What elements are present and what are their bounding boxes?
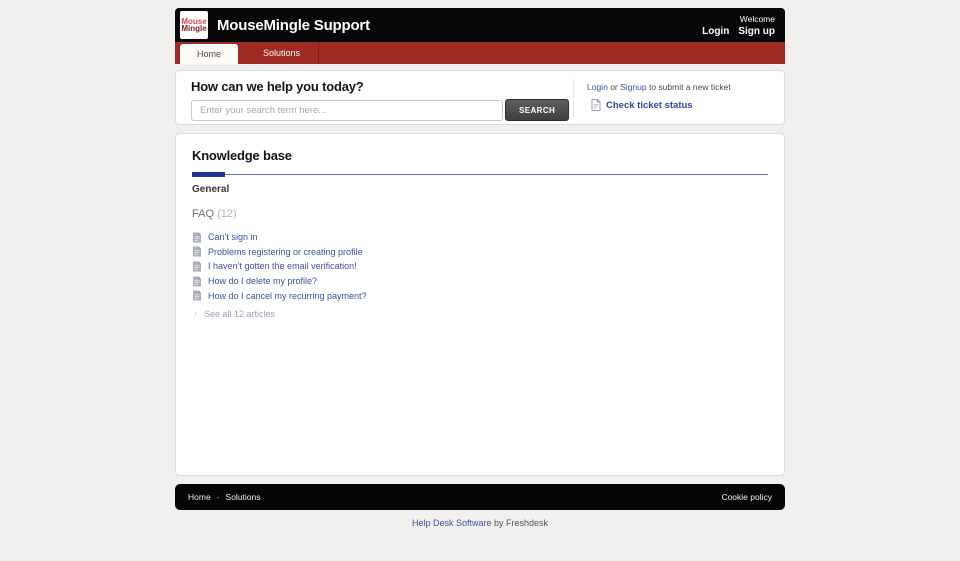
category-faq-count: (12) <box>217 208 237 220</box>
search-area: How can we help you today? SEARCH <box>176 71 573 124</box>
knowledge-base-card: Knowledge base General FAQ (12) <box>175 133 785 476</box>
footer-link-home[interactable]: Home <box>188 492 211 502</box>
or-text: or <box>610 82 618 92</box>
footer-link-solutions[interactable]: Solutions <box>226 492 261 502</box>
section-divider <box>192 174 768 175</box>
chevron-right-icon: › <box>194 309 197 318</box>
submit-ticket-line: Login or Signup to submit a new ticket <box>587 82 774 92</box>
portal-title: MouseMingle Support <box>217 17 370 34</box>
top-header: Mouse Mingle MouseMingle Support Welcome… <box>175 8 785 42</box>
article-icon <box>192 276 202 287</box>
footer-bar: Home - Solutions Cookie policy <box>175 484 785 510</box>
article-link-cant-sign-in[interactable]: Can’t sign in <box>192 230 768 245</box>
login-link[interactable]: Login <box>702 26 729 37</box>
article-list: Can’t sign in Problems registering or cr… <box>192 230 768 303</box>
article-icon <box>192 261 202 272</box>
signup-link[interactable]: Sign up <box>738 26 775 37</box>
ticket-page-icon <box>591 99 601 111</box>
welcome-text: Welcome <box>702 14 775 24</box>
search-button[interactable]: SEARCH <box>505 99 569 121</box>
header-auth-area: Welcome Login Sign up <box>702 14 785 37</box>
helpdesk-software-link[interactable]: Help Desk Software <box>412 518 492 528</box>
cookie-policy-link[interactable]: Cookie policy <box>721 492 772 502</box>
category-faq[interactable]: FAQ (12) <box>192 208 768 220</box>
article-icon <box>192 232 202 243</box>
article-link-email-verification[interactable]: I haven’t gotten the email verification! <box>192 259 768 274</box>
mousemingle-logo[interactable]: Mouse Mingle <box>180 11 208 39</box>
tab-home[interactable]: Home <box>180 44 238 64</box>
tab-solutions[interactable]: Solutions <box>245 42 319 64</box>
freshdesk-credit: Help Desk Software by Freshdesk <box>175 518 785 528</box>
see-all-articles-link[interactable]: › See all 12 articles <box>192 309 768 319</box>
search-input[interactable] <box>191 100 503 121</box>
article-icon <box>192 246 202 257</box>
submit-ticket-text: to submit a new ticket <box>649 82 731 92</box>
article-icon <box>192 290 202 301</box>
section-general: General <box>192 184 768 195</box>
see-all-articles-label: See all 12 articles <box>204 309 275 319</box>
footer-separator: - <box>217 492 220 502</box>
search-hero-card: How can we help you today? SEARCH Login … <box>175 70 785 125</box>
login-inline-link[interactable]: Login <box>587 82 608 92</box>
article-link-cancel-payment[interactable]: How do I cancel my recurring payment? <box>192 288 768 303</box>
article-link-problems-registering[interactable]: Problems registering or creating profile <box>192 245 768 260</box>
ticket-area: Login or Signup to submit a new ticket C… <box>573 78 784 117</box>
by-freshdesk-text: by Freshdesk <box>494 518 548 528</box>
check-ticket-status-label: Check ticket status <box>606 100 693 111</box>
main-nav: Home Solutions <box>175 42 785 64</box>
logo-text-bottom: Mingle <box>181 25 206 33</box>
article-link-delete-profile[interactable]: How do I delete my profile? <box>192 274 768 289</box>
check-ticket-status[interactable]: Check ticket status <box>591 99 774 111</box>
signup-inline-link[interactable]: Signup <box>620 82 646 92</box>
knowledge-base-title: Knowledge base <box>192 148 768 163</box>
section-divider-accent <box>192 172 225 177</box>
help-heading: How can we help you today? <box>191 79 573 94</box>
category-faq-label: FAQ <box>192 208 214 220</box>
support-portal-page: Mouse Mingle MouseMingle Support Welcome… <box>0 0 960 528</box>
